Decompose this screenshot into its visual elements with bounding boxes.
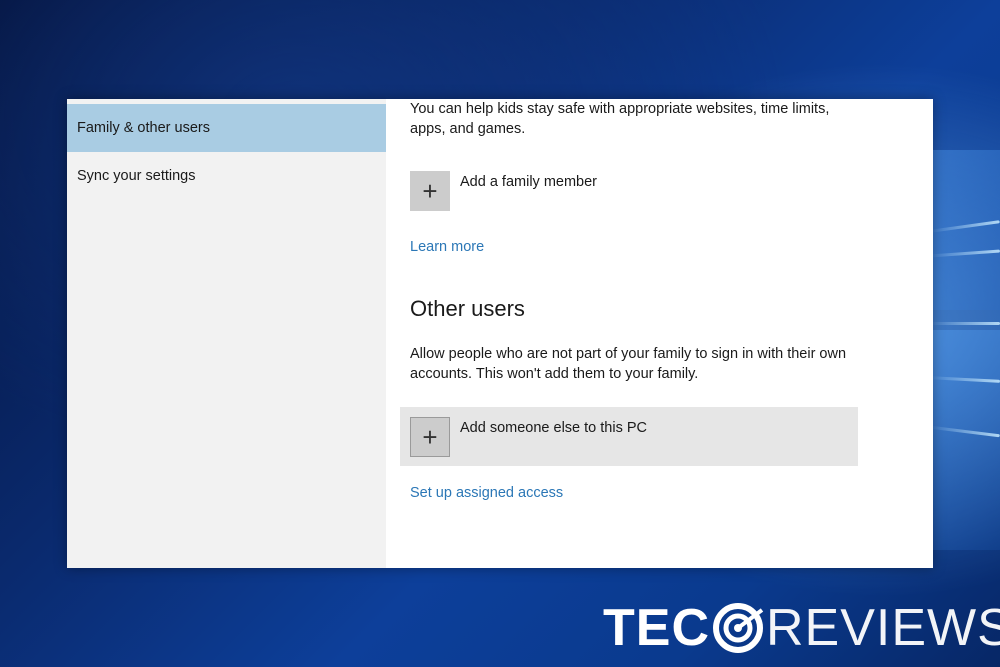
target-icon	[713, 603, 764, 653]
watermark-text-part2: REVIEWS	[766, 599, 1000, 657]
nav-item-sync-settings[interactable]: Sync your settings	[67, 152, 386, 200]
tecreviews-watermark: TEC REVIEWS	[603, 599, 1000, 657]
add-someone-tile[interactable]: +	[410, 417, 450, 457]
add-family-member-button[interactable]: Add a family member	[460, 174, 597, 190]
plus-icon: +	[422, 175, 438, 206]
set-up-assigned-access-link[interactable]: Set up assigned access	[410, 485, 563, 501]
add-someone-button[interactable]: Add someone else to this PC	[460, 420, 647, 436]
settings-sidebar: Family & other users Sync your settings	[67, 99, 386, 568]
family-description: You can help kids stay safe with appropr…	[410, 101, 830, 137]
add-someone-row[interactable]	[400, 407, 858, 466]
watermark-text-part1: TEC	[603, 599, 710, 657]
other-users-heading: Other users	[410, 296, 525, 321]
settings-content: You can help kids stay safe with appropr…	[386, 99, 933, 568]
learn-more-link[interactable]: Learn more	[410, 239, 484, 255]
nav-item-family-other-users[interactable]: Family & other users	[67, 104, 386, 152]
add-family-member-tile[interactable]: +	[410, 171, 450, 211]
plus-icon: +	[422, 421, 438, 452]
settings-window: Family & other users Sync your settings …	[67, 99, 933, 568]
other-users-description: Allow people who are not part of your fa…	[410, 346, 847, 382]
